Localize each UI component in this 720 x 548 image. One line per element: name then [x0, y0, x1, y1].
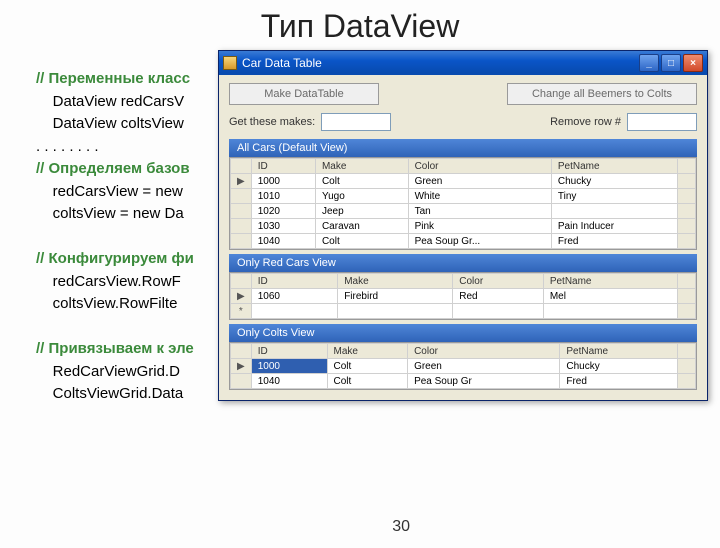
- code-comment: // Переменные класс: [36, 70, 190, 87]
- maximize-button[interactable]: □: [661, 54, 681, 72]
- table-row[interactable]: 1010YugoWhiteTiny: [231, 189, 696, 204]
- grid-all-cars[interactable]: ID Make Color PetName ▶1000ColtGreenChuc…: [229, 157, 697, 250]
- table-row-new[interactable]: *: [231, 304, 696, 319]
- minimize-button[interactable]: _: [639, 54, 659, 72]
- code-comment: // Определяем базов: [36, 160, 190, 177]
- code-block: // Переменные класс DataView redCarsV Da…: [36, 68, 194, 406]
- col-make[interactable]: Make: [327, 344, 408, 359]
- make-datatable-button[interactable]: Make DataTable: [229, 83, 379, 105]
- code-comment: // Привязываем к эле: [36, 340, 194, 357]
- table-row[interactable]: 1020JeepTan: [231, 204, 696, 219]
- table-row[interactable]: ▶1060FirebirdRedMel: [231, 289, 696, 304]
- section-header-colts: Only Colts View: [229, 324, 697, 342]
- app-icon: [223, 56, 237, 70]
- code-line: redCarsView = new: [36, 183, 183, 200]
- code-line: ColtsViewGrid.Data: [36, 385, 183, 402]
- col-id[interactable]: ID: [251, 274, 337, 289]
- table-row[interactable]: ▶1000ColtGreenChucky: [231, 359, 696, 374]
- table-row[interactable]: 1040ColtPea Soup Gr...Fred: [231, 234, 696, 249]
- col-make[interactable]: Make: [315, 159, 408, 174]
- titlebar[interactable]: Car Data Table _ □ ×: [219, 51, 707, 75]
- code-line: DataView coltsView: [36, 115, 184, 132]
- section-header-red: Only Red Cars View: [229, 254, 697, 272]
- window-title: Car Data Table: [242, 56, 639, 70]
- table-row[interactable]: ▶1000ColtGreenChucky: [231, 174, 696, 189]
- grid-colts[interactable]: ID Make Color PetName ▶1000ColtGreenChuc…: [229, 342, 697, 390]
- code-comment: // Конфигурируем фи: [36, 250, 194, 267]
- close-button[interactable]: ×: [683, 54, 703, 72]
- change-beemers-button[interactable]: Change all Beemers to Colts: [507, 83, 697, 105]
- page-number: 30: [392, 518, 410, 536]
- remove-row-input[interactable]: [627, 113, 697, 131]
- table-row[interactable]: 1040ColtPea Soup GrFred: [231, 374, 696, 389]
- col-make[interactable]: Make: [338, 274, 453, 289]
- code-line: RedCarViewGrid.D: [36, 363, 180, 380]
- table-row[interactable]: 1030CaravanPinkPain Inducer: [231, 219, 696, 234]
- grid-scroll-gutter: [678, 159, 696, 174]
- code-line: coltsView.RowFilte: [36, 295, 177, 312]
- code-line: coltsView = new Da: [36, 205, 184, 222]
- get-makes-input[interactable]: [321, 113, 391, 131]
- slide-title: Тип DataView: [0, 8, 720, 45]
- code-line: . . . . . . . .: [36, 138, 99, 155]
- col-id[interactable]: ID: [251, 159, 315, 174]
- remove-row-label: Remove row #: [550, 116, 621, 128]
- code-line: redCarsView.RowF: [36, 273, 181, 290]
- grid-red-cars[interactable]: ID Make Color PetName ▶1060FirebirdRedMe…: [229, 272, 697, 320]
- client-area: Make DataTable Change all Beemers to Col…: [219, 75, 707, 400]
- section-header-all: All Cars (Default View): [229, 139, 697, 157]
- app-window: Car Data Table _ □ × Make DataTable Chan…: [218, 50, 708, 401]
- col-petname[interactable]: PetName: [560, 344, 678, 359]
- col-petname[interactable]: PetName: [551, 159, 677, 174]
- col-color[interactable]: Color: [408, 344, 560, 359]
- code-line: DataView redCarsV: [36, 93, 184, 110]
- get-makes-label: Get these makes:: [229, 116, 315, 128]
- col-color[interactable]: Color: [453, 274, 544, 289]
- col-id[interactable]: ID: [251, 344, 327, 359]
- row-header-cell: [231, 159, 252, 174]
- col-petname[interactable]: PetName: [543, 274, 677, 289]
- col-color[interactable]: Color: [408, 159, 551, 174]
